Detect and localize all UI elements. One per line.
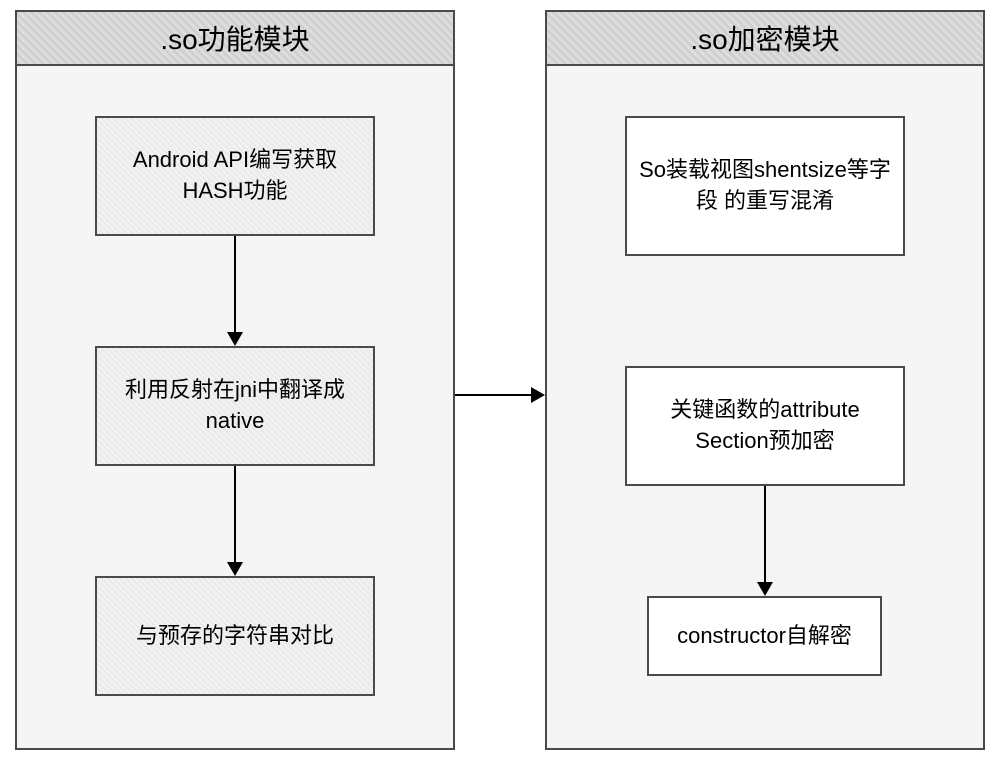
- box-label: 与预存的字符串对比: [136, 621, 334, 652]
- left-module-body: Android API编写获取HASH功能 利用反射在jni中翻译成native…: [17, 66, 453, 754]
- box-label: So装载视图shentsize等字段 的重写混淆: [635, 155, 895, 217]
- flow-box-shentsize: So装载视图shentsize等字段 的重写混淆: [625, 116, 905, 256]
- right-module-title: .so加密模块: [547, 12, 983, 66]
- arrow-line: [764, 486, 766, 582]
- arrow-line: [455, 394, 531, 396]
- box-label: Android API编写获取HASH功能: [105, 145, 365, 207]
- arrow-line: [234, 466, 236, 562]
- box-label: 关键函数的attribute Section预加密: [635, 395, 895, 457]
- arrow-head-icon: [531, 387, 545, 403]
- arrow-line: [234, 236, 236, 332]
- left-module-title: .so功能模块: [17, 12, 453, 66]
- flow-box-jni-reflect: 利用反射在jni中翻译成native: [95, 346, 375, 466]
- arrow-head-icon: [757, 582, 773, 596]
- flow-box-android-api: Android API编写获取HASH功能: [95, 116, 375, 236]
- right-module: .so加密模块 So装载视图shentsize等字段 的重写混淆 关键函数的at…: [545, 10, 985, 750]
- arrow-head-icon: [227, 562, 243, 576]
- arrow-head-icon: [227, 332, 243, 346]
- flow-box-constructor: constructor自解密: [647, 596, 882, 676]
- right-module-body: So装载视图shentsize等字段 的重写混淆 关键函数的attribute …: [547, 66, 983, 754]
- box-label: constructor自解密: [677, 621, 852, 652]
- box-label: 利用反射在jni中翻译成native: [105, 375, 365, 437]
- flow-box-attribute-section: 关键函数的attribute Section预加密: [625, 366, 905, 486]
- flow-box-compare-string: 与预存的字符串对比: [95, 576, 375, 696]
- left-module: .so功能模块 Android API编写获取HASH功能 利用反射在jni中翻…: [15, 10, 455, 750]
